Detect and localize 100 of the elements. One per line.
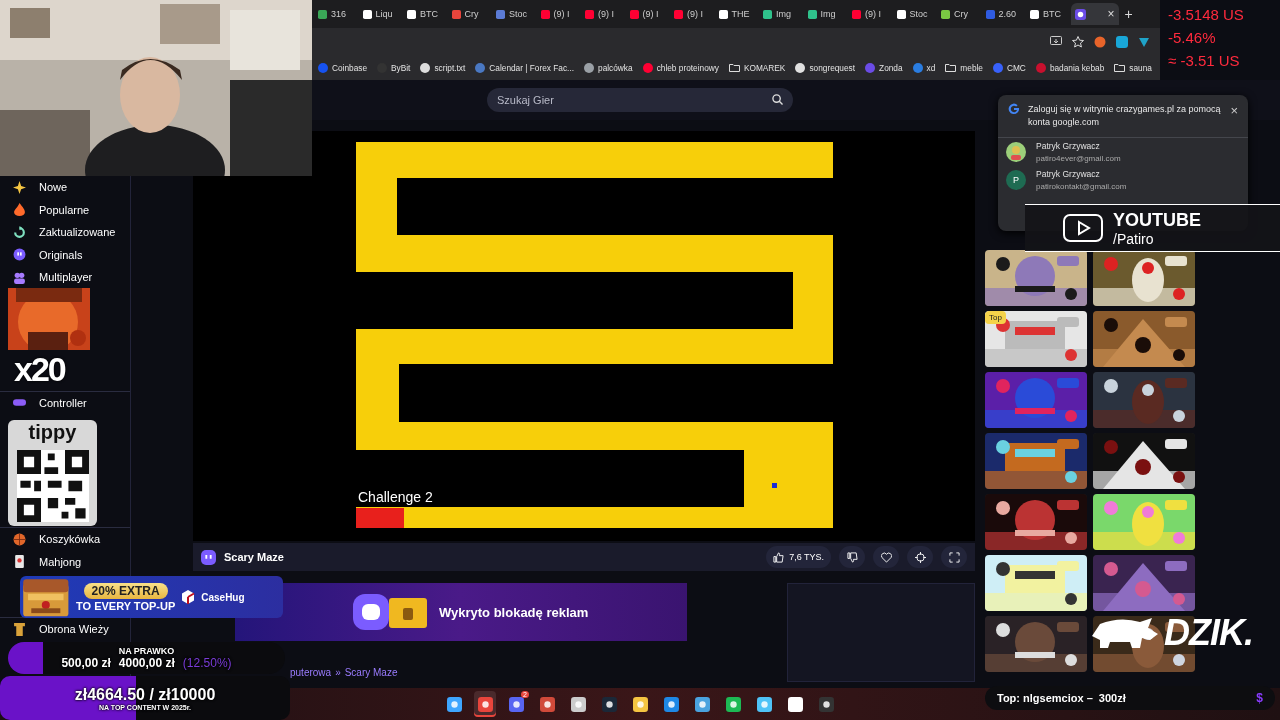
bookmark[interactable]: sauna: [1114, 62, 1152, 73]
favicon-icon: [407, 9, 416, 19]
tower-icon: [13, 622, 26, 636]
breadcrumb-link[interactable]: Scary Maze: [344, 667, 398, 678]
browser-tab[interactable]: (9) I: [536, 3, 581, 25]
browser-tab[interactable]: BTC: [1026, 3, 1071, 25]
favicon-icon: [1035, 62, 1046, 73]
breadcrumb-link[interactable]: puterowa: [290, 667, 332, 678]
dislike-button[interactable]: [839, 546, 865, 568]
favicon-icon: [642, 62, 653, 73]
favicon-icon: [852, 9, 861, 19]
extension-icon[interactable]: [1138, 35, 1150, 48]
favicon-icon: [992, 62, 1003, 73]
bookmark[interactable]: xd: [912, 62, 936, 73]
extension-icon[interactable]: [1094, 35, 1106, 48]
game-title: Scary Maze: [224, 551, 285, 563]
browser-tab[interactable]: Img: [759, 3, 804, 25]
sidebar-item[interactable]: Multiplayer: [0, 266, 130, 289]
dollar-sign: $: [1256, 691, 1263, 705]
like-button[interactable]: 7,6 TYS.: [766, 546, 831, 568]
bookmark[interactable]: meble: [945, 62, 983, 73]
crosshair-icon: [914, 551, 926, 563]
favicon-icon: [318, 9, 327, 19]
favicon-icon: [475, 62, 486, 73]
thumbs-up-icon: [773, 551, 785, 563]
folder-icon: [1114, 63, 1126, 72]
boar-icon: [1090, 616, 1160, 650]
app-icon: [756, 696, 772, 712]
taskbar-app[interactable]: [474, 691, 496, 717]
favicon-icon: [718, 9, 728, 19]
fullscreen-button[interactable]: [941, 546, 967, 568]
new-tab-button[interactable]: +: [1118, 6, 1139, 22]
browser-tab[interactable]: ×: [1070, 3, 1119, 25]
app-icon: [694, 696, 710, 712]
app-icon: [663, 696, 679, 712]
browser-tab[interactable]: Cry: [447, 3, 492, 25]
browser-tab[interactable]: (9) I: [848, 3, 893, 25]
g-logo-icon: [1008, 103, 1020, 115]
price-change: ≈ -3.51 US: [1168, 52, 1241, 69]
app-icon: [725, 696, 741, 712]
app-icon: [570, 696, 586, 712]
thumbs-down-icon: [846, 551, 858, 563]
browser-tab[interactable]: (9) I: [581, 3, 626, 25]
browser-tab[interactable]: Img: [803, 3, 848, 25]
app-icon: [539, 696, 555, 712]
bookmark[interactable]: KOMAREK: [728, 62, 786, 73]
browser-tab[interactable]: (9) I: [625, 3, 670, 25]
sidebar-item[interactable]: Zaktualizowane: [0, 221, 130, 244]
browser-tab[interactable]: THE: [714, 3, 759, 25]
ball-icon: [13, 532, 26, 546]
sidebar-item[interactable]: Koszykówka: [0, 528, 130, 551]
embed-button[interactable]: [907, 546, 933, 568]
browser-tab[interactable]: Stoc: [492, 3, 537, 25]
bookmark[interactable]: CMC: [992, 62, 1026, 73]
app-icon: [508, 696, 524, 712]
folder-icon: [945, 63, 957, 72]
sidebar-item[interactable]: Nowe: [0, 176, 130, 199]
account-option[interactable]: Patryk Grzywacz patiro4ever@gmail.com: [998, 138, 1248, 167]
favicon-icon: [1030, 9, 1039, 19]
browser-tab[interactable]: 316: [314, 3, 359, 25]
sidebar-item[interactable]: Popularne: [0, 198, 130, 221]
browser-tab[interactable]: Stoc: [892, 3, 937, 25]
extension-icon[interactable]: [1116, 35, 1128, 48]
bookmark[interactable]: badania kebab: [1035, 62, 1105, 73]
sidebar-item[interactable]: Mahjong: [0, 550, 130, 573]
refresh-icon: [13, 225, 26, 239]
bookmark[interactable]: Coinbase: [318, 62, 368, 73]
app-icon: [477, 696, 493, 712]
close-button[interactable]: ×: [1230, 103, 1238, 118]
browser-tab[interactable]: 2.60: [981, 3, 1026, 25]
search-icon: [772, 94, 783, 105]
bookmark[interactable]: chleb proteinowy: [642, 62, 719, 73]
bookmark[interactable]: Calendar | Forex Fac...: [475, 62, 575, 73]
sidebar-item[interactable]: Obrona Wieży: [0, 618, 130, 641]
favicon-icon: [420, 62, 431, 73]
favicon-icon: [912, 62, 923, 73]
channel-handle: /Patiro: [1113, 231, 1155, 246]
favicon-icon: [540, 9, 550, 19]
bookmark[interactable]: ByBit: [377, 62, 411, 73]
account-option[interactable]: P Patryk Grzywacz patirokontakt@gmail.com: [998, 166, 1248, 195]
browser-tab[interactable]: (9) I: [670, 3, 715, 25]
bookmark[interactable]: songrequest: [795, 62, 856, 73]
heart-icon: [880, 551, 892, 563]
fullscreen-icon: [948, 551, 960, 563]
channel-label: YOUTUBE: [1113, 210, 1201, 229]
browser-tab[interactable]: Liqu: [358, 3, 403, 25]
favicon-icon: [865, 62, 876, 73]
star-icon[interactable]: [1072, 35, 1084, 48]
cast-icon[interactable]: [1050, 36, 1062, 47]
bookmark[interactable]: Zonda: [865, 62, 903, 73]
favicon-icon: [585, 9, 594, 19]
favorite-button[interactable]: [873, 546, 899, 568]
search-field[interactable]: Szukaj Gier: [487, 88, 793, 112]
sidebar-item[interactable]: Controller: [0, 391, 130, 414]
browser-tab[interactable]: BTC: [403, 3, 448, 25]
bookmark[interactable]: palcówka: [584, 62, 633, 73]
app-icon: [818, 696, 834, 712]
browser-tab[interactable]: Cry: [937, 3, 982, 25]
bookmark[interactable]: script.txt: [420, 62, 466, 73]
sidebar-item[interactable]: Originals: [0, 243, 130, 266]
